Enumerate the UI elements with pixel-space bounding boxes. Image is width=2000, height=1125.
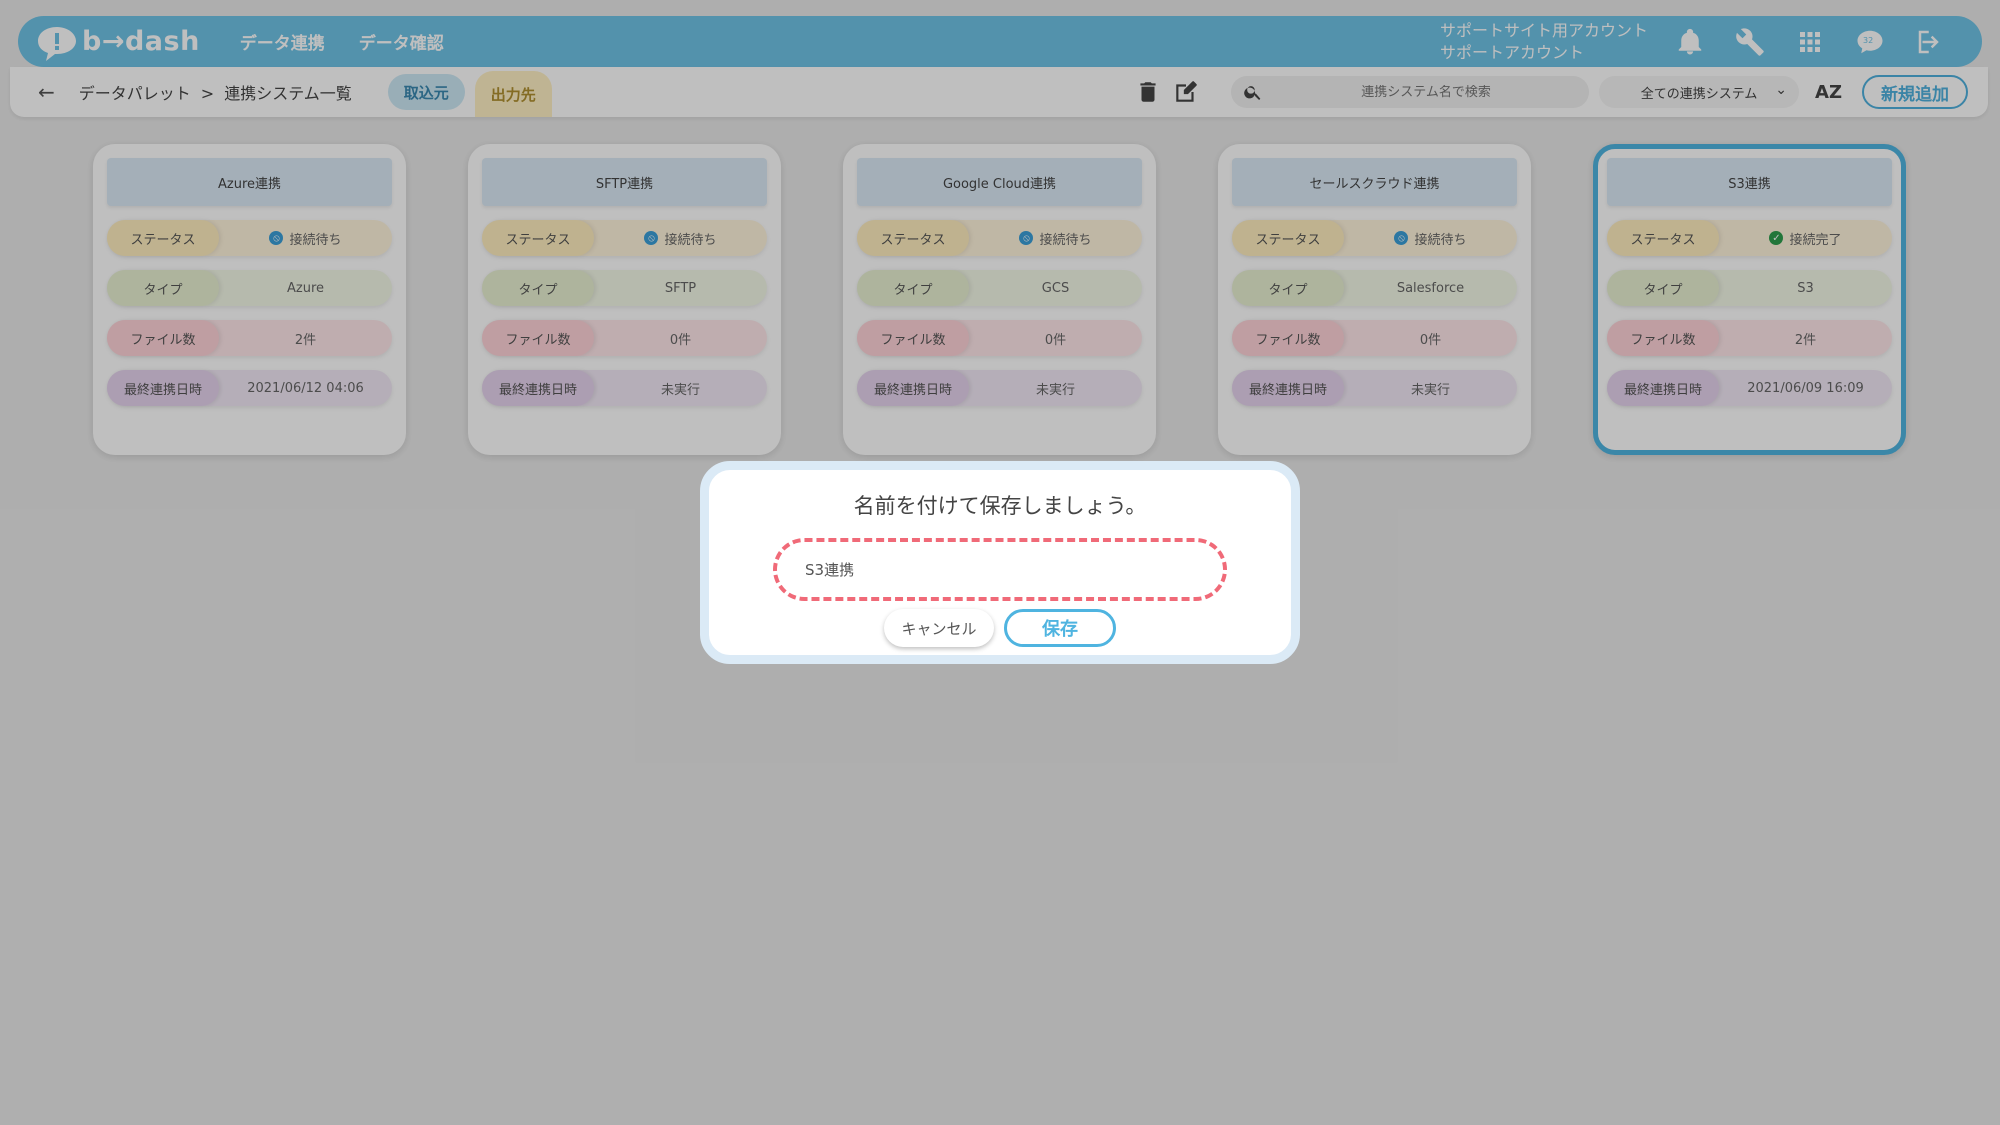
save-button[interactable]: 保存 bbox=[1004, 609, 1116, 647]
name-input[interactable] bbox=[805, 560, 1185, 579]
cancel-button[interactable]: キャンセル bbox=[884, 609, 994, 647]
save-name-dialog: 名前を付けて保存しましょう。 キャンセル 保存 bbox=[700, 461, 1300, 664]
dialog-buttons: キャンセル 保存 bbox=[884, 609, 1116, 647]
name-input-highlight bbox=[773, 538, 1227, 601]
dialog-title: 名前を付けて保存しましょう。 bbox=[853, 494, 1147, 518]
